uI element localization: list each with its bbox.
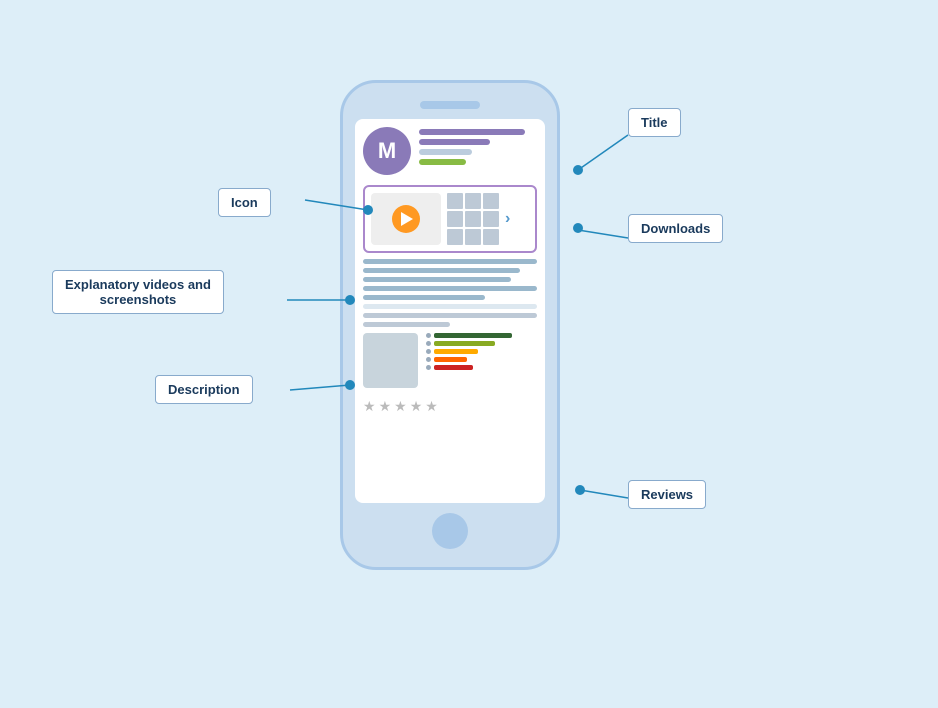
title-dot bbox=[573, 165, 583, 175]
subtitle-bar bbox=[419, 139, 490, 145]
diagram-container: M bbox=[0, 0, 938, 708]
play-button bbox=[392, 205, 420, 233]
phone-speaker bbox=[420, 101, 480, 109]
scroll-arrow-icon: › bbox=[505, 210, 510, 228]
downloads-label: Downloads bbox=[628, 214, 723, 243]
explanatory-label: Explanatory videos and screenshots bbox=[52, 270, 224, 314]
title-label: Title bbox=[628, 108, 681, 137]
icon-dot bbox=[363, 205, 373, 215]
review-thumbnail bbox=[363, 333, 418, 388]
description-section bbox=[363, 259, 537, 327]
play-triangle-icon bbox=[401, 212, 413, 226]
reviews-label: Reviews bbox=[628, 480, 706, 509]
phone-screen: M bbox=[355, 119, 545, 503]
rating-bars bbox=[426, 333, 537, 388]
reviews-dot bbox=[575, 485, 585, 495]
phone-home-button bbox=[432, 513, 468, 549]
screenshots-dot bbox=[345, 295, 355, 305]
title-bar bbox=[419, 129, 525, 135]
video-thumbnail bbox=[371, 193, 441, 245]
phone-mockup: M bbox=[340, 80, 560, 570]
app-header-section: M bbox=[363, 127, 537, 179]
description-dot bbox=[345, 380, 355, 390]
app-icon: M bbox=[363, 127, 411, 175]
meta-bar bbox=[419, 149, 472, 155]
app-info bbox=[419, 127, 537, 165]
description-label: Description bbox=[155, 375, 253, 404]
screenshot-grid bbox=[447, 193, 499, 245]
stars-row: ★ ★ ★ ★ ★ bbox=[363, 398, 537, 415]
icon-label: Icon bbox=[218, 188, 271, 217]
downloads-dot bbox=[573, 223, 583, 233]
downloads-bar bbox=[419, 159, 466, 165]
reviews-section bbox=[363, 333, 537, 388]
screenshots-section: › bbox=[363, 185, 537, 253]
